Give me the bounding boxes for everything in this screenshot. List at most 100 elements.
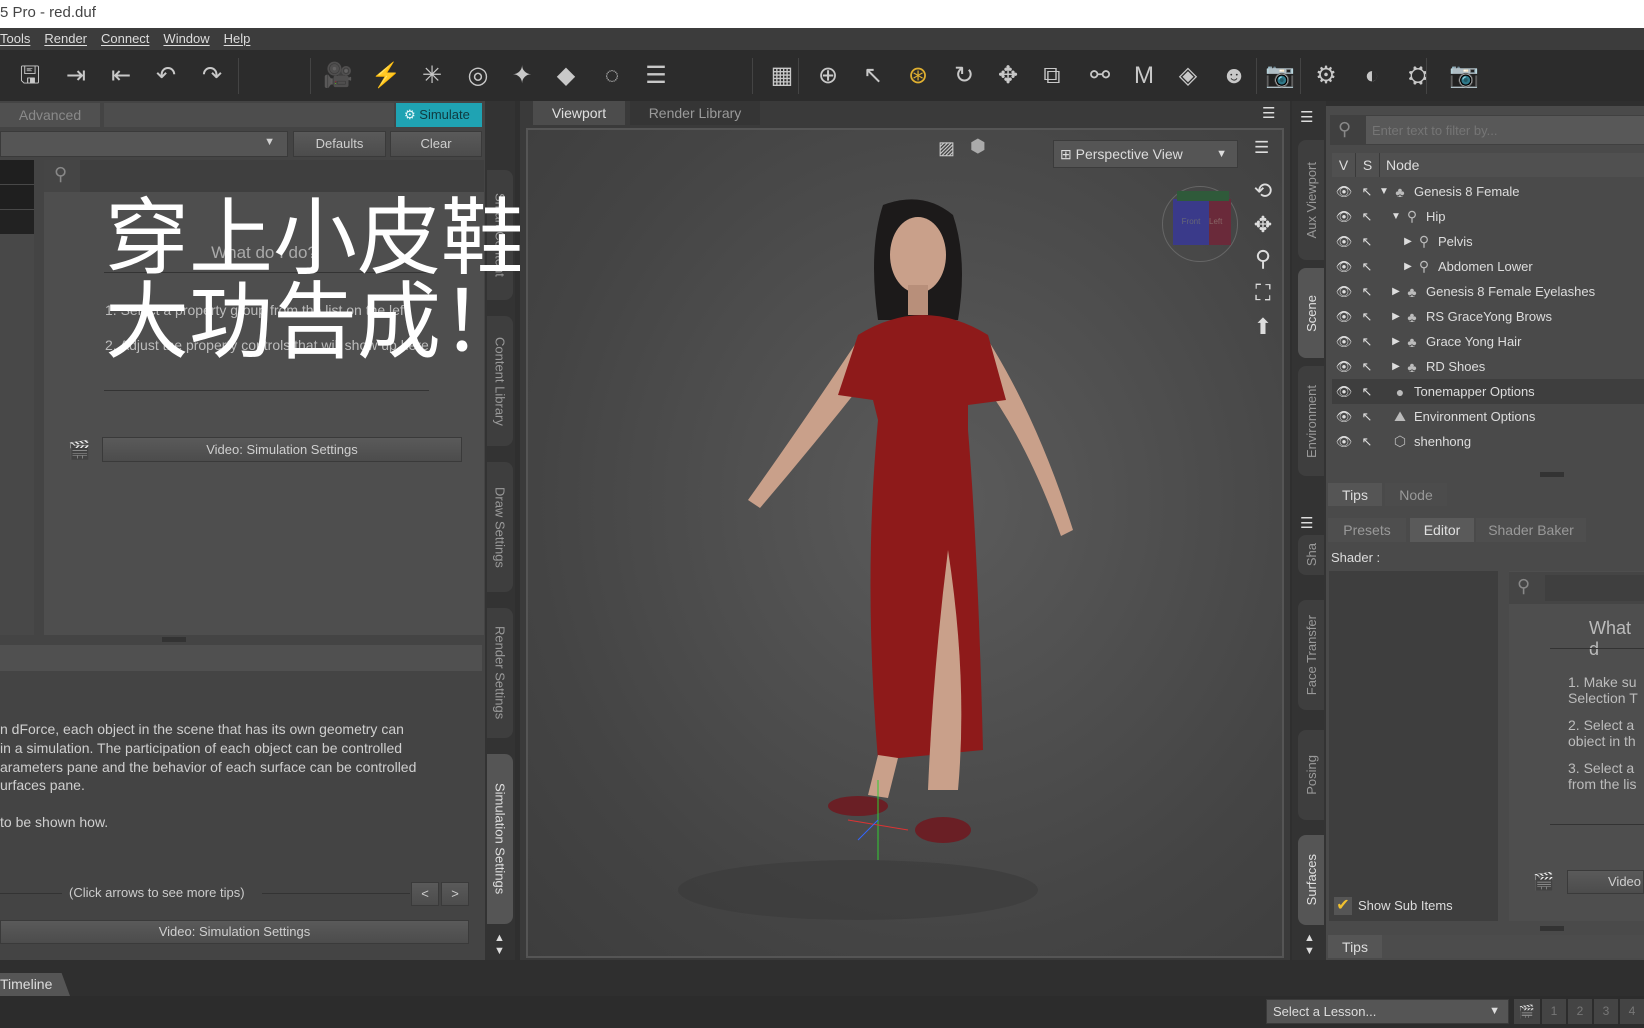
eye-icon[interactable]: 👁 (1332, 184, 1356, 200)
lesson-select[interactable]: Select a Lesson... ▼ (1266, 999, 1509, 1024)
side-tab-environment[interactable]: Environment (1298, 366, 1324, 476)
selectable-arrow-icon[interactable]: ↖ (1356, 309, 1378, 325)
side-tab-scene[interactable]: Scene (1298, 268, 1324, 358)
new-distant-light-icon[interactable]: ⚡ (370, 60, 402, 92)
geometry-editor-icon[interactable]: M (1128, 60, 1160, 92)
viewport-menu-icon[interactable]: ☰ (1254, 138, 1269, 158)
export-icon[interactable]: ⇤ (105, 60, 137, 92)
render-settings-icon[interactable]: ⚙ (1310, 60, 1342, 92)
surface-search[interactable]: ⚲ (1509, 572, 1644, 604)
expand-icon[interactable]: ▶ (1390, 286, 1402, 297)
eye-icon[interactable]: 👁 (1332, 359, 1356, 375)
expand-icon[interactable]: ▶ (1390, 311, 1402, 322)
tab-shader-baker[interactable]: Shader Baker (1476, 518, 1586, 542)
expand-icon[interactable]: ▶ (1390, 336, 1402, 347)
new-primitive-icon[interactable]: ◆ (550, 60, 582, 92)
scene-node[interactable]: 👁 ↖ ▼ ⚲ Hip (1332, 204, 1644, 229)
viewport-canvas[interactable]: Front Left ▨ ⬢ ⊞ Perspective View ▼ ☰ ⟲ ✥… (526, 128, 1284, 958)
panel-menu-icon[interactable]: ☰ (1300, 514, 1313, 532)
lesson-video-icon[interactable]: 🎬 (1514, 999, 1540, 1024)
joint-editor-icon[interactable]: ⚯ (1084, 60, 1116, 92)
draw-style-toggle-icon[interactable]: ▨ (938, 138, 955, 159)
lesson-page-button[interactable]: 2 (1568, 999, 1592, 1024)
panel-menu-icon[interactable]: ☰ (1300, 108, 1313, 126)
splitter-handle[interactable] (1540, 472, 1564, 477)
side-tab-simulation-settings[interactable]: Simulation Settings (487, 754, 513, 924)
eye-icon[interactable]: 👁 (1332, 259, 1356, 275)
menu-tools[interactable]: Tools (0, 28, 38, 50)
tab-timeline[interactable]: Timeline (0, 973, 70, 996)
render-icon[interactable]: 📷 (1264, 60, 1296, 92)
align-icon[interactable]: ☰ (640, 60, 672, 92)
selectable-arrow-icon[interactable]: ↖ (1356, 284, 1378, 300)
node-selection-icon[interactable]: ↖ (857, 60, 889, 92)
surface-selection-icon[interactable]: ◈ (1172, 60, 1204, 92)
scene-node[interactable]: 👁 ↖ ⛰ Environment Options (1332, 404, 1644, 429)
eye-icon[interactable]: 👁 (1332, 209, 1356, 225)
tab-scroll-arrows[interactable]: ▲ ▼ (1304, 932, 1315, 958)
side-tab-render-settings[interactable]: Render Settings (487, 608, 513, 738)
menu-help[interactable]: Help (224, 28, 259, 50)
next-tip-button[interactable]: > (441, 882, 469, 906)
selectable-arrow-icon[interactable]: ↖ (1356, 409, 1378, 425)
tab-tips[interactable]: Tips (1328, 483, 1382, 506)
lesson-page-button[interactable]: 3 (1594, 999, 1618, 1024)
video-simulation-settings-button[interactable]: Video: Simulation Settings (102, 437, 462, 462)
side-tab-posing[interactable]: Posing (1298, 730, 1324, 820)
figure-setup-icon[interactable]: ☻ (1218, 60, 1250, 92)
panel-menu-icon[interactable]: ☰ (1262, 104, 1275, 122)
tab-tips-2[interactable]: Tips (1328, 935, 1382, 958)
spot-render-icon[interactable]: ◐ (1356, 60, 1388, 92)
scene-node[interactable]: 👁 ↖ ▶ ♣ Genesis 8 Female Eyelashes (1332, 279, 1644, 304)
eye-icon[interactable]: 👁 (1332, 434, 1356, 450)
eye-icon[interactable]: 👁 (1332, 284, 1356, 300)
tab-editor[interactable]: Editor (1410, 518, 1474, 542)
selectable-arrow-icon[interactable]: ↖ (1356, 259, 1378, 275)
show-sub-items-checkbox[interactable]: ✔ (1334, 897, 1352, 915)
selectable-arrow-icon[interactable]: ↖ (1356, 209, 1378, 225)
lesson-page-button[interactable]: 4 (1620, 999, 1644, 1024)
selectable-arrow-icon[interactable]: ↖ (1356, 234, 1378, 250)
eye-icon[interactable]: 👁 (1332, 409, 1356, 425)
column-node[interactable]: Node (1380, 153, 1419, 177)
tab-node[interactable]: Node (1385, 483, 1447, 506)
tab-advanced[interactable]: Advanced (0, 103, 100, 127)
new-spotlight-icon[interactable]: ◎ (462, 60, 494, 92)
scene-node[interactable]: 👁 ↖ ▶ ♣ RD Shoes (1332, 354, 1644, 379)
render-camera-icon[interactable]: 📷 (1448, 60, 1480, 92)
defaults-button[interactable]: Defaults (293, 131, 386, 157)
property-group-list[interactable] (0, 160, 34, 635)
selectable-arrow-icon[interactable]: ↖ (1356, 434, 1378, 450)
scene-node[interactable]: 👁 ↖ ▶ ♣ Grace Yong Hair (1332, 329, 1644, 354)
tab-viewport[interactable]: Viewport (533, 101, 625, 125)
collapse-icon[interactable]: ▼ (1378, 186, 1390, 197)
save-icon[interactable]: 🖫 (14, 60, 46, 92)
simulate-button[interactable]: ⚙ Simulate (396, 103, 482, 127)
search-icon[interactable]: ⚲ (1338, 119, 1351, 140)
collapse-icon[interactable]: ▼ (1390, 211, 1402, 222)
selectable-arrow-icon[interactable]: ↖ (1356, 184, 1378, 200)
side-tab-aux-viewport[interactable]: Aux Viewport (1298, 140, 1324, 260)
column-selectable[interactable]: S (1356, 153, 1380, 177)
new-camera-icon[interactable]: 🎥 (322, 60, 354, 92)
pan-icon[interactable]: ✥ (1248, 208, 1278, 242)
scale-tool-icon[interactable]: ⧉ (1036, 60, 1068, 92)
menu-connect[interactable]: Connect (101, 28, 157, 50)
orbit-icon[interactable]: ⟲ (1248, 174, 1278, 208)
property-search[interactable]: ⚲ (44, 160, 484, 192)
active-pose-tool-icon[interactable]: ⊛ (902, 60, 934, 92)
universal-tool-icon[interactable]: ⊕ (812, 60, 844, 92)
pixel-grid-icon[interactable]: ▦ (766, 60, 798, 92)
scene-node[interactable]: 👁 ↖ ⬡ shenhong (1332, 429, 1644, 454)
selectable-arrow-icon[interactable]: ↖ (1356, 334, 1378, 350)
translate-tool-icon[interactable]: ✥ (992, 60, 1024, 92)
undo-icon[interactable]: ↶ (150, 60, 182, 92)
tab-render-library[interactable]: Render Library (630, 101, 760, 125)
scene-filter-input[interactable] (1366, 116, 1644, 144)
eye-icon[interactable]: 👁 (1332, 234, 1356, 250)
eye-icon[interactable]: 👁 (1332, 309, 1356, 325)
new-linear-point-light-icon[interactable]: ✦ (506, 60, 538, 92)
selectable-arrow-icon[interactable]: ↖ (1356, 384, 1378, 400)
scene-node[interactable]: 👁 ↖ ▼ ♣ Genesis 8 Female (1332, 179, 1644, 204)
view-select-dropdown[interactable]: ⊞ Perspective View ▼ (1053, 140, 1238, 168)
